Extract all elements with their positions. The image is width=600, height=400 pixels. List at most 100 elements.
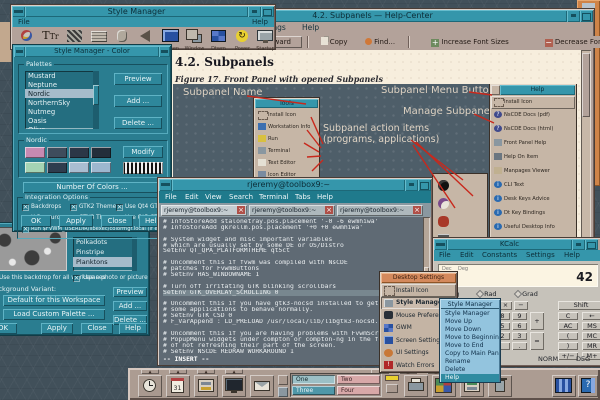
subpanel-arrow[interactable]: ▲ [197, 369, 215, 374]
menu-item-move-up[interactable]: Move Up [441, 318, 499, 326]
menu-edit[interactable]: Edit [460, 250, 474, 261]
digit-3[interactable]: 3 [512, 332, 527, 340]
preview-button[interactable]: Preview [113, 287, 147, 297]
minus-button[interactable]: − [514, 301, 528, 310]
rad-radio[interactable]: Rad [478, 290, 497, 298]
calendar-button[interactable]: 31 [166, 375, 190, 397]
desktop-settings-titlebar[interactable]: Desktop Settings [381, 273, 456, 283]
menu-item-style-manager[interactable]: Style Manager [441, 310, 499, 318]
list-item[interactable]: Pinstripe [73, 247, 137, 257]
workspace-two-button[interactable]: Two [337, 375, 380, 384]
backdrop-list[interactable]: Polkadots Pinstripe Planktons [73, 237, 137, 271]
palette-item[interactable]: Olive [25, 125, 99, 129]
printer-button[interactable] [404, 375, 428, 397]
terminal-tab[interactable]: rjeremy@toolbox9:~ × [249, 205, 335, 216]
color-dialog-titlebar[interactable]: Style Manager - Color [25, 46, 159, 57]
minimize-panel-button[interactable] [386, 384, 398, 393]
clock-button[interactable] [138, 375, 162, 397]
color-swatch[interactable] [47, 162, 67, 173]
multiply-button[interactable]: × [499, 301, 512, 310]
close-button[interactable]: Close [81, 323, 113, 334]
menu-help[interactable]: Help [252, 17, 268, 27]
digit-6[interactable]: 6 [512, 322, 527, 330]
menu-item-move-to-end[interactable]: Move to End [441, 342, 499, 350]
plus-button[interactable]: + [530, 312, 544, 330]
window-menu-button[interactable] [159, 179, 172, 191]
default-workspace-button[interactable]: Default for this Workspace [3, 295, 105, 306]
load-palette-button[interactable]: Load Custom Palette ... [3, 309, 105, 320]
add-button[interactable]: Add ... [113, 301, 147, 311]
menu-view[interactable]: View [205, 191, 222, 203]
number-of-colors-button[interactable]: Number Of Colors ... [23, 182, 161, 193]
tab-close-icon[interactable]: × [325, 206, 333, 214]
style-window-button[interactable]: Window [183, 29, 206, 51]
menu-settings[interactable]: Settings [526, 250, 555, 261]
photo-checkbox[interactable] [73, 275, 80, 282]
tab-close-icon[interactable]: × [237, 206, 245, 214]
subpanel-arrow[interactable]: ▲ [169, 369, 187, 374]
menu-search[interactable]: Search [229, 191, 253, 203]
maximize-button[interactable] [418, 179, 431, 191]
menu-file[interactable]: File [165, 191, 177, 203]
menu-item-move-to-beginning[interactable]: Move to Beginning [441, 334, 499, 342]
mail-button[interactable] [250, 375, 274, 397]
window-menu-button[interactable] [12, 6, 25, 17]
color-swatch[interactable] [25, 162, 45, 173]
memstore-button[interactable]: MS [582, 322, 600, 330]
menu-help[interactable]: Help [317, 191, 333, 203]
terminal-tab-active[interactable]: rjeremy@toolbox9:~ × [161, 205, 247, 216]
minimize-button[interactable] [567, 10, 580, 22]
blank-button[interactable] [278, 387, 288, 397]
workspace-one-button[interactable]: One [292, 375, 335, 384]
kcalc-titlebar[interactable]: KCalc [447, 239, 572, 250]
palette-scrollbar[interactable] [93, 71, 99, 129]
find-button[interactable]: Find... [358, 36, 402, 48]
decrease-font-button[interactable]: − Decrease Font Sizes [529, 36, 600, 48]
memrecall-button[interactable]: MR [582, 342, 600, 350]
color-swatch[interactable] [47, 147, 67, 158]
style-dtwm-button[interactable]: Dtwm [207, 29, 230, 51]
ok-button[interactable]: OK [0, 323, 17, 334]
delete-button[interactable]: Delete ... [114, 117, 162, 129]
menu-terminal[interactable]: Terminal [259, 191, 289, 203]
decimal-button[interactable]: . [512, 342, 527, 350]
apply-button[interactable]: Apply [41, 323, 73, 334]
color-swatch[interactable] [25, 147, 45, 158]
install-icon-item[interactable]: Install Icon [381, 284, 456, 297]
colormgr-checkbox[interactable] [22, 226, 29, 233]
list-scrollbar[interactable] [132, 237, 137, 271]
terminal-launcher-button[interactable] [222, 375, 246, 397]
gtk2-checkbox[interactable] [70, 204, 77, 211]
maximize-button[interactable] [261, 6, 274, 17]
file-manager-button[interactable] [194, 375, 218, 397]
help-manager-button[interactable]: ? [578, 375, 598, 397]
palette-item[interactable]: Nutmeg [25, 107, 99, 116]
color-swatch[interactable] [91, 147, 111, 158]
help-scrollbar-thumb[interactable] [582, 53, 590, 117]
subpanel-arrow[interactable]: ▲ [141, 369, 159, 374]
style-power-button[interactable]: ↻ Power [231, 29, 254, 51]
clear-button[interactable]: C [558, 312, 578, 320]
shift-button[interactable]: Shift [558, 301, 600, 310]
help-button[interactable]: Help [119, 323, 147, 334]
terminal-tab[interactable]: rjeremy@toolbox9:~ × [337, 205, 423, 216]
close-button[interactable] [159, 46, 170, 57]
terminal-titlebar[interactable]: rjeremy@toolbox9:~ [172, 179, 405, 191]
style-startup-button[interactable]: Startup [254, 29, 277, 51]
tab-close-icon[interactable]: × [413, 206, 421, 214]
workspace-four-button[interactable]: Four [337, 386, 380, 395]
style-manager-titlebar[interactable]: Style Manager [25, 6, 248, 17]
equals-button[interactable]: = [530, 332, 544, 350]
palette-scrollbar-thumb[interactable] [93, 85, 99, 105]
menu-file[interactable]: File [18, 17, 30, 27]
ok-button[interactable]: OK [21, 215, 51, 227]
palette-list[interactable]: Mustard Neptune Nordic NorthernSky Nutme… [25, 71, 99, 129]
memclear-button[interactable]: MC [582, 332, 600, 340]
color-swatch[interactable] [69, 147, 89, 158]
stripes-swatch[interactable] [123, 162, 163, 174]
minimize-button[interactable] [405, 179, 418, 191]
digit-9[interactable]: 9 [512, 312, 527, 320]
paren-open-button[interactable]: ( [558, 332, 578, 340]
window-menu-button[interactable] [434, 239, 447, 250]
menu-tabs[interactable]: Tabs [295, 191, 311, 203]
